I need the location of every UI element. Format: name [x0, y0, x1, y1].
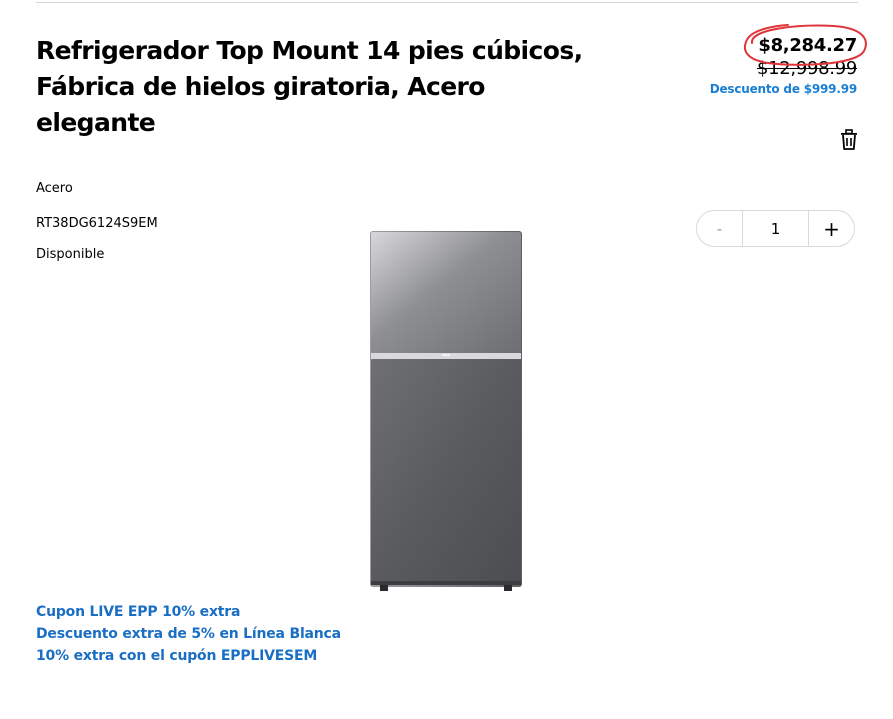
promo-list: Cupon LIVE EPP 10% extra Descuento extra… [36, 601, 341, 667]
promo-item[interactable]: 10% extra con el cupón EPPLIVESEM [36, 645, 341, 667]
promo-item[interactable]: Descuento extra de 5% en Línea Blanca [36, 623, 341, 645]
decrease-quantity-button[interactable]: - [697, 211, 742, 246]
product-model: RT38DG6124S9EM [36, 216, 158, 231]
original-price: $12,998.99 [756, 58, 857, 79]
refrigerator-image[interactable] [366, 229, 526, 595]
increase-quantity-button[interactable]: + [809, 211, 854, 246]
divider [36, 2, 858, 3]
price-block: $8,284.27 $12,998.99 Descuento de $999.9… [657, 24, 868, 99]
current-price-wrap: $8,284.27 [744, 24, 868, 66]
product-title[interactable]: Refrigerador Top Mount 14 pies cúbicos, … [36, 33, 596, 141]
quantity-stepper: - 1 + [696, 210, 855, 247]
product-color: Acero [36, 181, 73, 196]
discount-label: Descuento de $999.99 [709, 82, 858, 96]
promo-item[interactable]: Cupon LIVE EPP 10% extra [36, 601, 341, 623]
quantity-value[interactable]: 1 [742, 211, 809, 246]
availability-status: Disponible [36, 247, 105, 262]
cart-item: Refrigerador Top Mount 14 pies cúbicos, … [0, 0, 893, 719]
trash-icon[interactable] [839, 129, 859, 151]
current-price: $8,284.27 [758, 35, 857, 56]
